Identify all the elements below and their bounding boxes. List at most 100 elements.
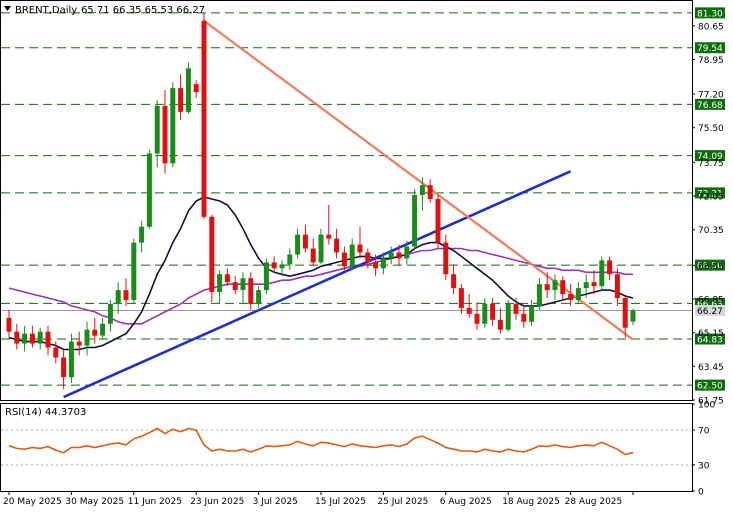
- rsi-tick-label: 0: [698, 488, 704, 498]
- candle-body: [154, 105, 160, 154]
- candle-body: [310, 248, 316, 263]
- candle-body: [544, 284, 550, 291]
- date-tick-label: 20 May 2025: [3, 497, 62, 507]
- date-tick-label: 18 Aug 2025: [502, 497, 560, 507]
- candle-body: [513, 303, 519, 314]
- candle-body: [170, 88, 176, 164]
- candle-body: [240, 278, 246, 291]
- candle-body: [263, 262, 269, 291]
- candle-body: [451, 274, 457, 289]
- candle-body: [271, 262, 277, 269]
- candle-body: [357, 244, 363, 253]
- candle-body: [591, 282, 597, 287]
- candle-body: [341, 252, 347, 267]
- candle-body: [76, 341, 82, 346]
- candle-body: [295, 234, 301, 255]
- price-tick-label: 66.85: [698, 296, 724, 306]
- date-tick-label: 28 Aug 2025: [565, 497, 623, 507]
- candle-body: [404, 246, 410, 259]
- candle-body: [552, 280, 558, 291]
- candle-body: [287, 254, 293, 265]
- candle-body: [365, 252, 371, 263]
- level-label: 76.68: [697, 101, 723, 111]
- candle-body: [100, 323, 106, 336]
- candle-body: [326, 234, 332, 239]
- price-tick-label: 80.65: [698, 22, 724, 32]
- candle-body: [107, 303, 113, 324]
- candle-body: [412, 195, 418, 247]
- price-tick-label: 73.75: [698, 159, 724, 169]
- price-tick-label: 72.05: [698, 193, 724, 203]
- candle-body: [614, 274, 620, 299]
- candle-body: [435, 199, 441, 243]
- date-tick-label: 15 Jul 2025: [315, 497, 366, 507]
- candle-body: [232, 282, 238, 291]
- candle-body: [575, 288, 581, 301]
- candle-body: [84, 329, 90, 346]
- candle-body: [217, 274, 223, 293]
- chart-title: BRENT,Daily 65.71 66.35 65.53 66.27: [4, 5, 205, 16]
- ohlc-values: 65.71 66.35 65.53 66.27: [81, 5, 205, 16]
- candle-body: [482, 303, 488, 324]
- candle-body: [302, 234, 308, 249]
- current-price-label: 66.27: [697, 307, 723, 317]
- candle-body: [490, 303, 496, 320]
- candle-body: [29, 333, 35, 344]
- candle-body: [474, 313, 480, 324]
- candle-body: [224, 274, 230, 283]
- candle-body: [68, 341, 74, 378]
- candle-body: [248, 278, 254, 304]
- candle-body: [209, 216, 215, 293]
- date-tick-label: 23 Jun 2025: [190, 497, 244, 507]
- rsi-tick-label: 100: [698, 401, 715, 411]
- candle-body: [458, 288, 464, 308]
- candle-body: [162, 105, 168, 164]
- candle-body: [568, 294, 574, 301]
- candle-body: [419, 185, 425, 196]
- candle-body: [349, 244, 355, 267]
- candle-body: [380, 258, 386, 269]
- price-tick-label: 68.55: [698, 262, 724, 272]
- candle-body: [14, 331, 20, 344]
- candle-body: [396, 252, 402, 259]
- symbol-label: BRENT,Daily: [15, 5, 77, 16]
- candle-body: [45, 331, 51, 348]
- price-tick-label: 70.35: [698, 226, 724, 236]
- candle-body: [61, 357, 67, 378]
- candle-body: [334, 238, 340, 253]
- candle-body: [37, 331, 43, 344]
- candle-body: [193, 84, 199, 93]
- candle-body: [22, 333, 28, 344]
- rsi-tick-label: 70: [698, 427, 710, 437]
- candle-body: [630, 310, 636, 322]
- candle-body: [318, 234, 324, 263]
- candle-body: [599, 260, 605, 287]
- level-label: 62.50: [697, 382, 723, 392]
- candle-body: [373, 262, 379, 269]
- candle-body: [466, 307, 472, 314]
- date-tick-label: 30 May 2025: [65, 497, 124, 507]
- candle-body: [529, 305, 535, 322]
- level-label: 79.54: [697, 44, 723, 54]
- candle-body: [201, 20, 207, 217]
- rsi-tick-label: 30: [698, 461, 710, 471]
- candle-body: [178, 88, 184, 112]
- candle-body: [123, 290, 129, 301]
- level-label: 81.30: [697, 9, 723, 19]
- candle-body: [427, 185, 433, 200]
- candle-body: [256, 290, 262, 304]
- candle-body: [622, 298, 628, 328]
- price-tick-label: 77.20: [698, 91, 724, 101]
- candle-body: [497, 319, 503, 330]
- date-tick-label: 6 Aug 2025: [440, 497, 492, 507]
- candle-body: [560, 280, 566, 295]
- candle-body: [53, 347, 59, 358]
- candle-body: [388, 252, 394, 259]
- price-tick-label: 78.95: [698, 56, 724, 66]
- date-tick-label: 11 Jun 2025: [128, 497, 182, 507]
- candle-body: [115, 290, 121, 304]
- candle-body: [131, 242, 137, 301]
- candle-body: [505, 303, 511, 330]
- candle-body: [279, 264, 285, 269]
- date-tick-label: 3 Jul 2025: [253, 497, 298, 507]
